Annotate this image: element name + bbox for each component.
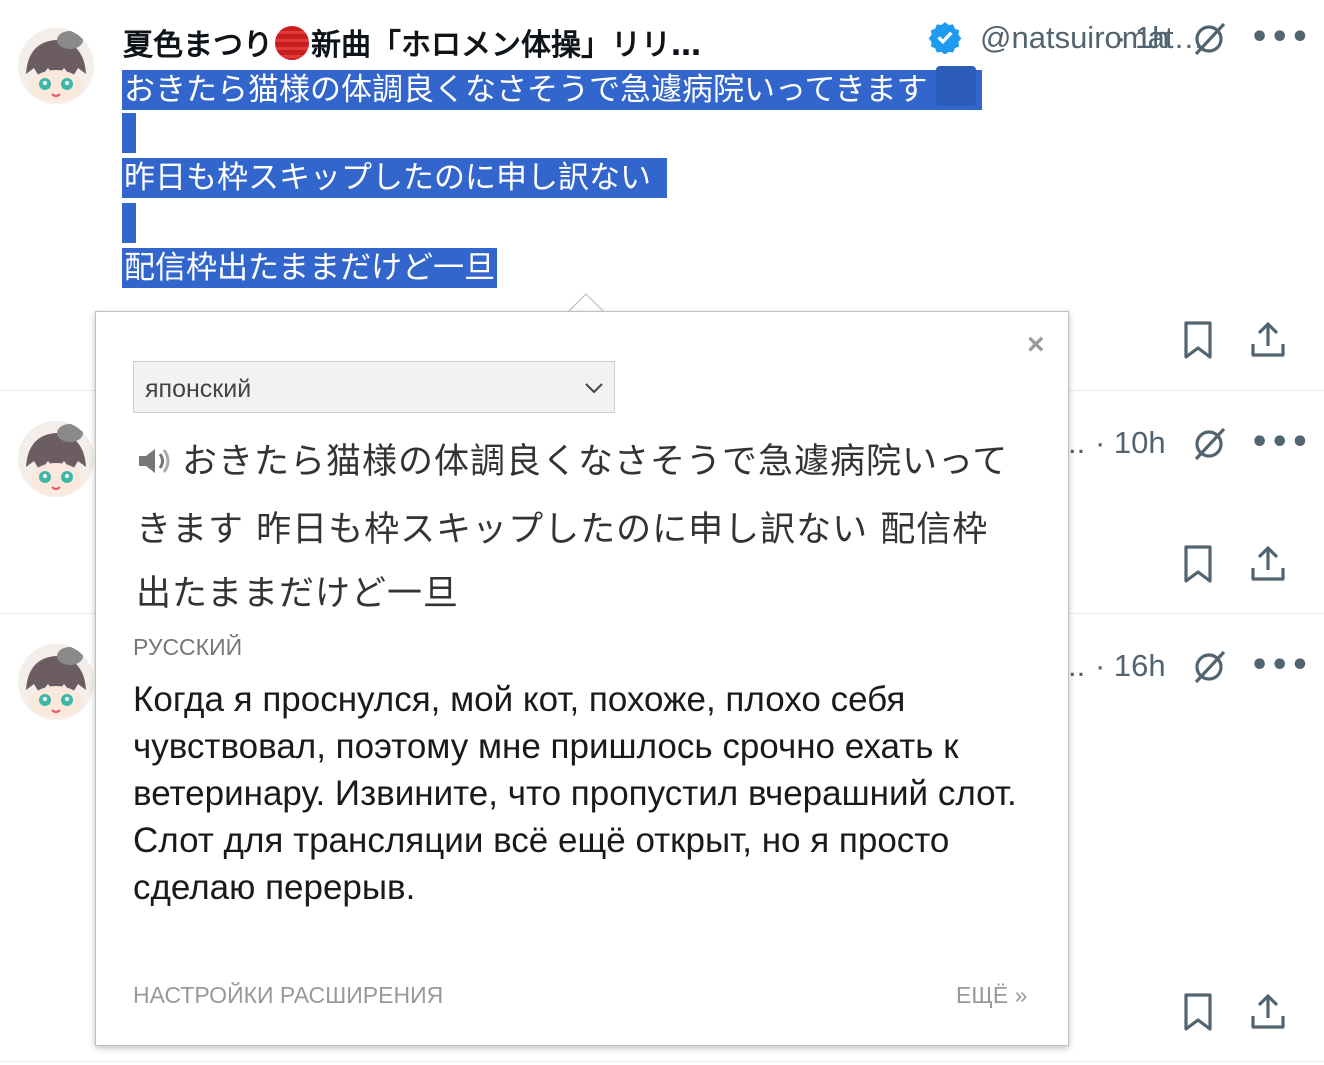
- source-text: おきたら猫様の体調良くなさそうで急遽病院いってきます 昨日も枠スキップしたのに申…: [136, 430, 1016, 626]
- timestamp[interactable]: · 10h: [1095, 425, 1166, 461]
- grok-icon[interactable]: [1190, 20, 1228, 62]
- verified-badge-icon[interactable]: [928, 20, 962, 58]
- source-language-select[interactable]: японский: [133, 361, 615, 413]
- avatar[interactable]: [18, 644, 94, 720]
- timestamp[interactable]: · 16h: [1095, 648, 1166, 684]
- lantern-emoji-icon: [275, 26, 309, 60]
- tweet-text: おきたら猫様の体調良くなさそうで急遽病院いってきます 昨日も枠スキップしたのに申…: [122, 66, 982, 291]
- bookmark-icon[interactable]: [1180, 992, 1216, 1036]
- tweet-line: 昨日も枠スキップしたのに申し訳ない: [122, 158, 653, 198]
- more-icon[interactable]: •••: [1250, 20, 1311, 55]
- close-icon[interactable]: ×: [1027, 328, 1045, 362]
- speaker-icon[interactable]: [136, 434, 172, 498]
- bookmark-icon[interactable]: [1180, 320, 1216, 364]
- more-link[interactable]: ЕЩЁ »: [956, 982, 1027, 1009]
- crying-face-icon: [935, 66, 976, 106]
- translated-text: Когда я проснулся, мой кот, похоже, плох…: [133, 680, 1017, 907]
- extension-settings-link[interactable]: НАСТРОЙКИ РАСШИРЕНИЯ: [133, 982, 443, 1009]
- source-text-content: おきたら猫様の体調良くなさそうで急遽病院いってきます 昨日も枠スキップしたのに申…: [136, 442, 1009, 614]
- bookmark-icon[interactable]: [1180, 544, 1216, 588]
- more-icon[interactable]: •••: [1250, 648, 1311, 683]
- ellipsis: ..: [1068, 648, 1086, 683]
- share-icon[interactable]: [1248, 992, 1288, 1036]
- tweet-line: 配信枠出たままだけど一旦: [122, 248, 498, 288]
- handle[interactable]: @natsuiromat…: [980, 20, 1204, 56]
- share-icon[interactable]: [1248, 544, 1288, 588]
- avatar[interactable]: [18, 28, 94, 104]
- grok-icon[interactable]: [1190, 648, 1228, 690]
- display-name[interactable]: 夏色まつり 新曲「ホロメン体操」リリ…: [123, 20, 701, 64]
- source-language-value: японский: [145, 375, 252, 403]
- target-language-label: РУССКИЙ: [133, 634, 243, 660]
- chevron-down-icon: [582, 376, 606, 405]
- more-icon[interactable]: •••: [1250, 425, 1311, 460]
- share-icon[interactable]: [1248, 320, 1288, 364]
- translation-popup: × японский おきたら猫様の体調良くなさそうで急遽病院いってきます 昨日…: [95, 311, 1069, 1046]
- avatar[interactable]: [18, 421, 94, 497]
- timestamp[interactable]: · 1h: [1116, 20, 1169, 56]
- grok-icon[interactable]: [1190, 425, 1228, 467]
- ellipsis: ..: [1068, 425, 1086, 460]
- tweet-line: おきたら猫様の体調良くなさそうで急遽病院いってきます: [122, 70, 930, 110]
